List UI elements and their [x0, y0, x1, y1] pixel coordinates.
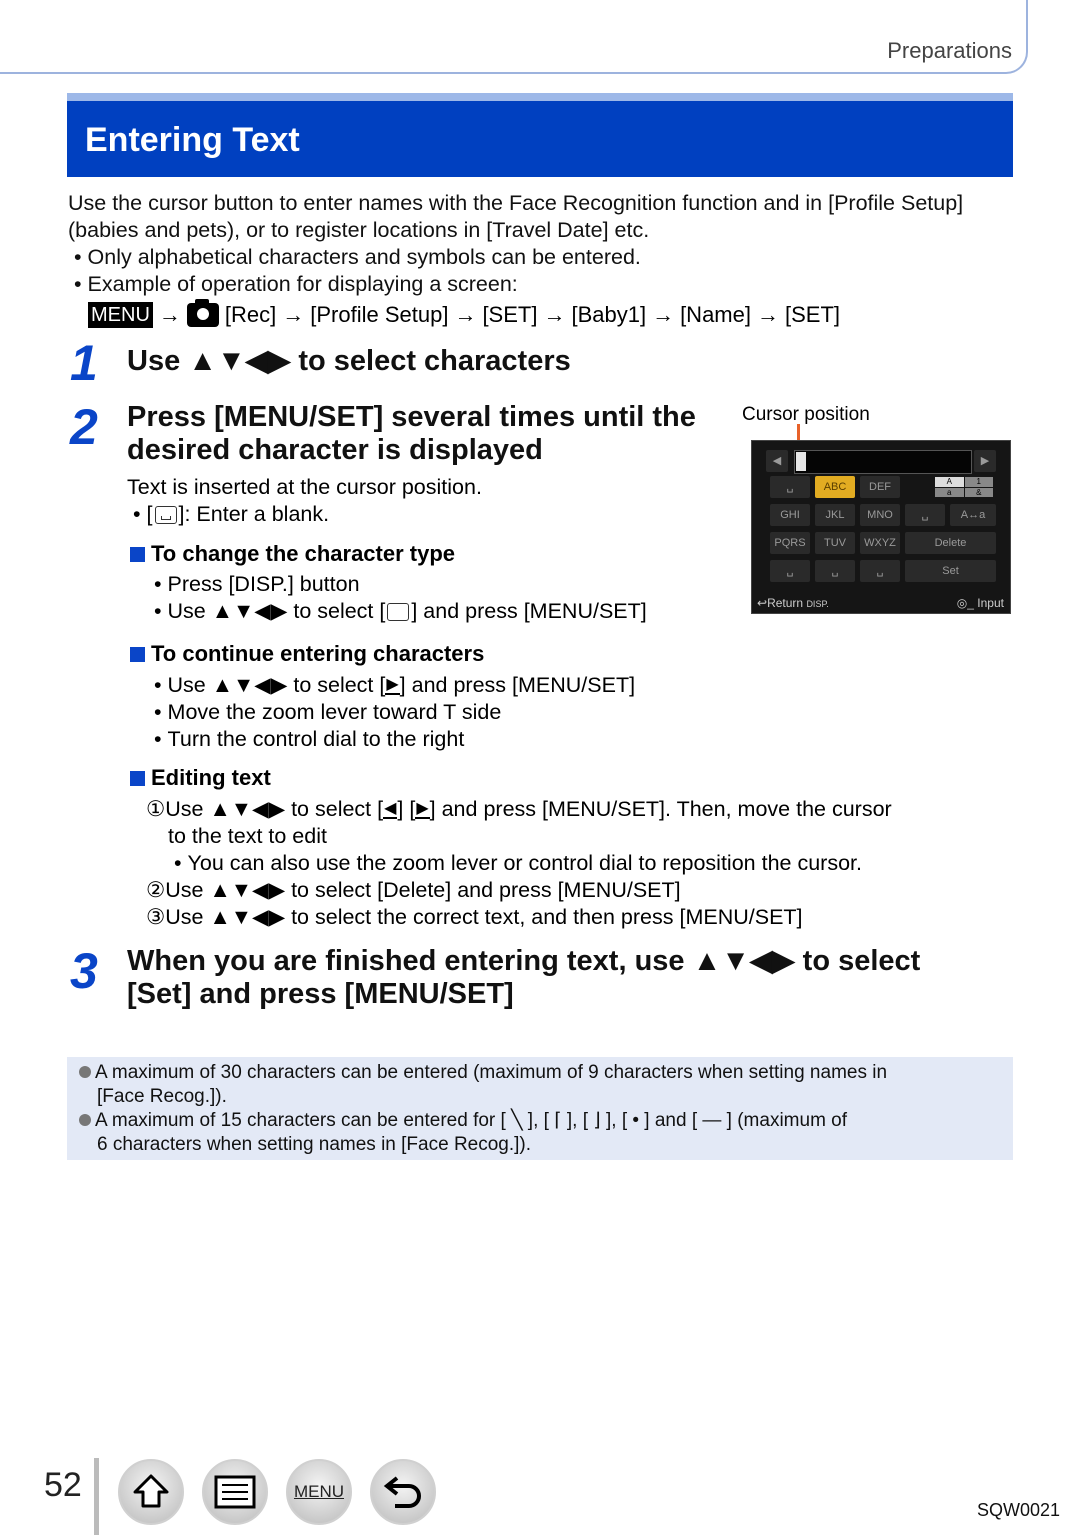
return-hint: ↩Return DISP. [757, 596, 829, 610]
key: GHI [770, 504, 810, 526]
bullet-icon [79, 1066, 91, 1078]
change-type-list: Press [DISP.] button Use ▲▼◀▶ to select … [154, 571, 647, 625]
key: ␣ [770, 476, 810, 498]
key: PQRS [770, 532, 810, 554]
char-type-switch-icon [387, 603, 410, 622]
return-icon: ↩ [757, 596, 768, 610]
text-cursor [796, 452, 806, 471]
subheading-editing: Editing text [130, 765, 271, 791]
page-divider [94, 1458, 99, 1535]
continue-list: Use ▲▼◀▶ to select [▶] and press [MENU/S… [154, 672, 635, 753]
step-heading: Press [MENU/SET] several times until the… [127, 401, 696, 466]
back-icon [383, 1476, 421, 1508]
cursor-left-key: ◀ [766, 450, 788, 472]
camera-icon [186, 299, 219, 327]
input-hint: ◎_ Input [956, 596, 1004, 610]
title-bar: Entering Text [67, 93, 1013, 177]
cursor-right-key: ▶ [974, 450, 996, 472]
camera-screen: ◀ ▶ ␣ ABC DEF A1 a & GHI JKL MNO ␣ A↔a PQ… [751, 440, 1011, 614]
notes-box: A maximum of 30 characters can be entere… [67, 1057, 1013, 1160]
char-type-key: A↔a [950, 504, 996, 526]
key: ␣ [905, 504, 945, 526]
intro: Use the cursor button to enter names wit… [68, 190, 1018, 298]
text-field [794, 450, 972, 474]
subheading-continue: To continue entering characters [130, 641, 484, 667]
header-tab [0, 0, 1028, 74]
menu-button[interactable]: MENU [286, 1459, 352, 1525]
intro-bullet: Example of operation for displaying a sc… [68, 271, 1018, 298]
set-key: Set [905, 560, 996, 582]
menu-label: MENU [293, 1482, 345, 1501]
key: DEF [860, 476, 900, 498]
page-title: Entering Text [85, 121, 300, 159]
step-heading: Use ▲▼◀▶ to select characters [127, 345, 571, 377]
cursor-left-icon: ◀ [383, 800, 398, 820]
delete-key: Delete [905, 532, 996, 554]
intro-paragraph: Use the cursor button to enter names wit… [68, 191, 964, 242]
step-number: 2 [70, 399, 98, 455]
intro-bullet: Only alphabetical characters and symbols… [68, 244, 1018, 271]
step-2-text: Text is inserted at the cursor position.… [127, 474, 482, 528]
square-bullet-icon [130, 770, 145, 786]
key: TUV [815, 532, 855, 554]
key: WXYZ [860, 532, 900, 554]
cursor-right-icon: ▶ [415, 800, 430, 820]
step-number: 1 [70, 335, 98, 391]
key: ␣ [815, 560, 855, 582]
contents-button[interactable] [202, 1459, 268, 1525]
list-icon [214, 1475, 256, 1509]
home-button[interactable] [118, 1459, 184, 1525]
key: ␣ [770, 560, 810, 582]
step-number: 3 [70, 943, 98, 999]
step-heading: When you are finished entering text, use… [127, 945, 921, 1010]
blank-key-icon [154, 506, 177, 525]
menu-icon: MENU [88, 302, 153, 328]
key: ␣ [860, 560, 900, 582]
key: JKL [815, 504, 855, 526]
home-icon [133, 1474, 169, 1508]
subheading-change-type: To change the character type [130, 541, 455, 567]
key: MNO [860, 504, 900, 526]
cursor-position-label: Cursor position [742, 404, 870, 425]
square-bullet-icon [130, 546, 145, 562]
document-code: SQW0021 [976, 1500, 1060, 1520]
page-number: 52 [44, 1466, 82, 1504]
back-button[interactable] [370, 1459, 436, 1525]
section-label: Preparations [887, 38, 1012, 63]
menu-path: MENU → [Rec] → [Profile Setup] → [SET] →… [88, 299, 840, 328]
dial-icon: ◎_ [956, 596, 974, 610]
square-bullet-icon [130, 646, 145, 662]
cursor-right-icon: ▶ [385, 676, 400, 696]
bullet-icon [79, 1114, 91, 1126]
key-selected: ABC [815, 476, 855, 498]
char-type-indicator: A1 a & [935, 477, 993, 497]
editing-list: ①Use ▲▼◀▶ to select [◀] [▶] and press [M… [146, 796, 892, 931]
